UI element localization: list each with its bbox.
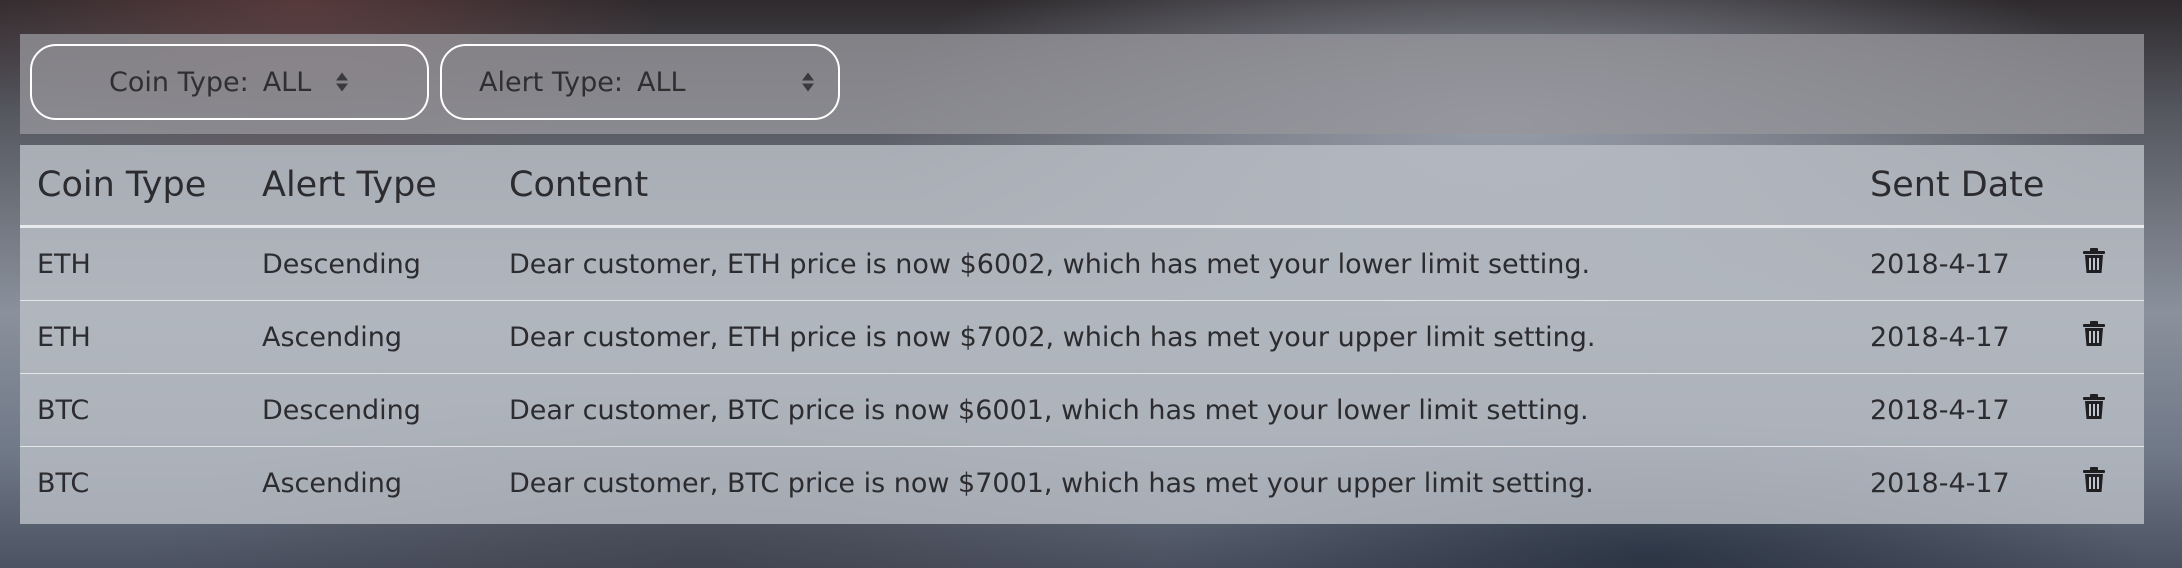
table-row: BTC Descending Dear customer, BTC price …: [20, 373, 2144, 447]
coin-type-select-label: Coin Type:: [109, 66, 249, 98]
column-header-actions: [2082, 145, 2144, 228]
coin-type-select[interactable]: Coin Type: ALL: [30, 44, 429, 120]
alert-type-select-label: Alert Type:: [479, 66, 623, 98]
cell-actions: [2082, 373, 2144, 447]
cell-coin-type: ETH: [20, 226, 262, 301]
sort-updown-icon: [336, 72, 348, 92]
cell-alert-type: Ascending: [262, 467, 402, 499]
cell-content: Dear customer, ETH price is now $6002, w…: [509, 226, 1870, 301]
alerts-table-panel: Coin Type Alert Type Content Sent Date E…: [20, 145, 2144, 524]
table-row: ETH Descending Dear customer, ETH price …: [20, 226, 2144, 301]
cell-coin-type: BTC: [37, 467, 90, 499]
column-header-content: Content: [509, 145, 1870, 228]
cell-content: Dear customer, BTC price is now $7001, w…: [509, 467, 1594, 499]
table-row: ETH Ascending Dear customer, ETH price i…: [20, 300, 2144, 374]
alert-type-select-value: ALL: [636, 66, 686, 98]
cell-coin-type: ETH: [20, 300, 262, 374]
coin-type-select-value: ALL: [262, 66, 312, 98]
alerts-table: Coin Type Alert Type Content Sent Date E…: [20, 145, 2144, 519]
cell-actions: [2082, 226, 2144, 301]
cell-actions: [2082, 447, 2144, 520]
trash-icon[interactable]: [2082, 320, 2106, 347]
alert-type-select[interactable]: Alert Type: ALL: [440, 44, 840, 120]
trash-icon[interactable]: [2082, 466, 2106, 493]
table-row: BTC Ascending Dear customer, BTC price i…: [20, 447, 2144, 520]
column-header-coin-type: Coin Type: [20, 145, 262, 228]
filter-bar: Coin Type: ALL Alert Type: ALL: [20, 34, 2144, 134]
cell-sent-date: 2018-4-17: [1870, 300, 2082, 374]
trash-icon[interactable]: [2082, 247, 2106, 274]
column-header-sent-date: Sent Date: [1870, 145, 2082, 228]
cell-content: Dear customer, BTC price is now $6001, w…: [509, 373, 1870, 447]
cell-alert-type: Ascending: [262, 300, 509, 374]
cell-sent-date: 2018-4-17: [1870, 226, 2082, 301]
cell-sent-date: 2018-4-17: [1870, 467, 2010, 499]
cell-sent-date: 2018-4-17: [1870, 373, 2082, 447]
cell-coin-type: BTC: [20, 373, 262, 447]
cell-alert-type: Descending: [262, 226, 509, 301]
cell-alert-type: Descending: [262, 373, 509, 447]
sort-updown-icon: [802, 72, 814, 92]
trash-icon[interactable]: [2082, 393, 2106, 420]
cell-content: Dear customer, ETH price is now $7002, w…: [509, 300, 1870, 374]
column-header-alert-type: Alert Type: [262, 145, 509, 228]
table-header-row: Coin Type Alert Type Content Sent Date: [20, 145, 2144, 228]
cell-actions: [2082, 300, 2144, 374]
